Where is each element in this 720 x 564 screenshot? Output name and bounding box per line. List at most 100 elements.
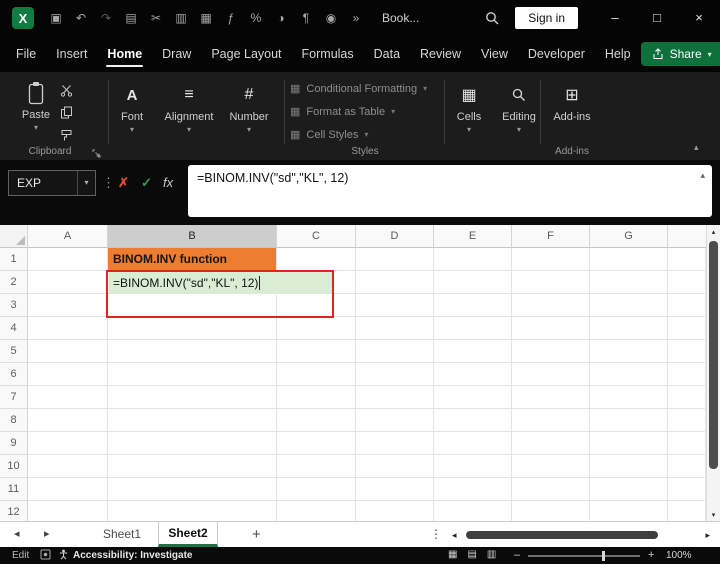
cell[interactable]	[356, 478, 434, 501]
cell-b2-editing[interactable]: =BINOM.INV("sd","KL", 12)	[109, 272, 332, 293]
cell[interactable]	[356, 248, 434, 271]
cell[interactable]	[277, 501, 356, 521]
row-header[interactable]: 1	[0, 248, 28, 271]
row-header[interactable]: 6	[0, 363, 28, 386]
column-header-d[interactable]: D	[356, 225, 434, 248]
row-header[interactable]: 7	[0, 386, 28, 409]
cell[interactable]	[590, 478, 668, 501]
hscroll-right-icon[interactable]: ▸	[705, 529, 710, 541]
row-header[interactable]: 3	[0, 294, 28, 317]
cell[interactable]	[434, 248, 512, 271]
format-painter-button[interactable]	[60, 129, 73, 147]
scroll-down-icon[interactable]: ▾	[707, 511, 720, 519]
search-icon[interactable]	[485, 11, 499, 25]
cell[interactable]	[108, 478, 277, 501]
page-break-view-icon[interactable]: ▥	[487, 549, 496, 560]
formula-input[interactable]: =BINOM.INV("sd","KL", 12) ▴	[188, 165, 712, 217]
prev-sheet-icon[interactable]: ◂	[14, 522, 20, 547]
column-header-g[interactable]: G	[590, 225, 668, 248]
cell[interactable]	[434, 501, 512, 521]
cell[interactable]	[434, 294, 512, 317]
cell[interactable]	[512, 386, 590, 409]
cell[interactable]	[590, 317, 668, 340]
row-header[interactable]: 10	[0, 455, 28, 478]
row-header[interactable]: 11	[0, 478, 28, 501]
row-header[interactable]: 12	[0, 501, 28, 521]
sheet-menu-icon[interactable]: ⋮	[430, 522, 442, 547]
cell[interactable]	[512, 455, 590, 478]
cell[interactable]	[28, 363, 108, 386]
column-header-b[interactable]: B	[108, 225, 277, 248]
close-button[interactable]: ×	[678, 0, 720, 36]
cell[interactable]	[512, 478, 590, 501]
cell[interactable]	[108, 386, 277, 409]
column-header-f[interactable]: F	[512, 225, 590, 248]
cell[interactable]	[28, 432, 108, 455]
collapse-formula-bar-icon[interactable]: ▴	[700, 170, 705, 181]
cell[interactable]	[108, 340, 277, 363]
cell[interactable]	[512, 248, 590, 271]
cell[interactable]	[590, 271, 668, 294]
cell[interactable]	[277, 363, 356, 386]
cell[interactable]	[590, 455, 668, 478]
normal-view-icon[interactable]: ▦	[448, 549, 457, 560]
cell[interactable]	[277, 409, 356, 432]
cell[interactable]	[512, 340, 590, 363]
column-header-a[interactable]: A	[28, 225, 108, 248]
cell[interactable]	[590, 501, 668, 521]
cell[interactable]	[356, 294, 434, 317]
cell[interactable]	[434, 432, 512, 455]
cell[interactable]	[28, 455, 108, 478]
zoom-in-button[interactable]: +	[648, 549, 654, 561]
tab-sheet1[interactable]: Sheet1	[90, 522, 154, 547]
cell[interactable]	[277, 294, 356, 317]
cell[interactable]	[590, 294, 668, 317]
vertical-scrollbar[interactable]: ▴ ▾	[706, 225, 720, 521]
tab-file[interactable]: File	[6, 37, 46, 71]
cell[interactable]	[28, 501, 108, 521]
cell[interactable]	[28, 317, 108, 340]
format-as-table-button[interactable]: ▦ Format as Table ▾	[290, 105, 395, 119]
row-header[interactable]: 8	[0, 409, 28, 432]
cell[interactable]	[277, 478, 356, 501]
cell[interactable]	[356, 271, 434, 294]
cell[interactable]	[512, 317, 590, 340]
number-group-button[interactable]: # Number ▾	[224, 82, 274, 134]
camera-icon[interactable]: ◉	[325, 11, 337, 25]
cell[interactable]	[356, 501, 434, 521]
cell[interactable]	[28, 386, 108, 409]
cell[interactable]	[512, 294, 590, 317]
tab-sheet2[interactable]: Sheet2	[158, 522, 218, 547]
tab-view[interactable]: View	[471, 37, 518, 71]
zoom-slider[interactable]	[528, 551, 640, 561]
maximize-button[interactable]: □	[636, 0, 678, 36]
cell[interactable]	[277, 432, 356, 455]
cell[interactable]	[356, 409, 434, 432]
zoom-out-button[interactable]: –	[514, 549, 520, 561]
collapse-ribbon-icon[interactable]: ▴	[694, 142, 699, 153]
zoom-level[interactable]: 100%	[666, 550, 692, 561]
cell-b1[interactable]: BINOM.INV function	[108, 248, 277, 271]
cell[interactable]	[434, 455, 512, 478]
alignment-group-button[interactable]: ≡ Alignment ▾	[160, 82, 218, 134]
share-button[interactable]: Share ▾	[640, 42, 720, 66]
tab-help[interactable]: Help	[595, 37, 641, 71]
cell[interactable]	[590, 340, 668, 363]
conditional-formatting-button[interactable]: ▦ Conditional Formatting ▾	[290, 82, 427, 96]
percent-icon[interactable]: %	[250, 11, 262, 25]
cut-button[interactable]	[60, 84, 73, 102]
cell[interactable]	[28, 271, 108, 294]
cell[interactable]	[277, 317, 356, 340]
row-header[interactable]: 2	[0, 271, 28, 294]
paste-icon[interactable]: ▥	[175, 11, 187, 25]
cell[interactable]	[277, 386, 356, 409]
tab-formulas[interactable]: Formulas	[292, 37, 364, 71]
row-header[interactable]: 5	[0, 340, 28, 363]
cell[interactable]	[356, 386, 434, 409]
cell[interactable]	[434, 409, 512, 432]
cell[interactable]	[512, 271, 590, 294]
paragraph-icon[interactable]: ¶	[300, 11, 312, 25]
cut-icon[interactable]: ✂	[150, 11, 162, 25]
hscroll-left-icon[interactable]: ◂	[452, 529, 457, 541]
column-header-e[interactable]: E	[434, 225, 512, 248]
